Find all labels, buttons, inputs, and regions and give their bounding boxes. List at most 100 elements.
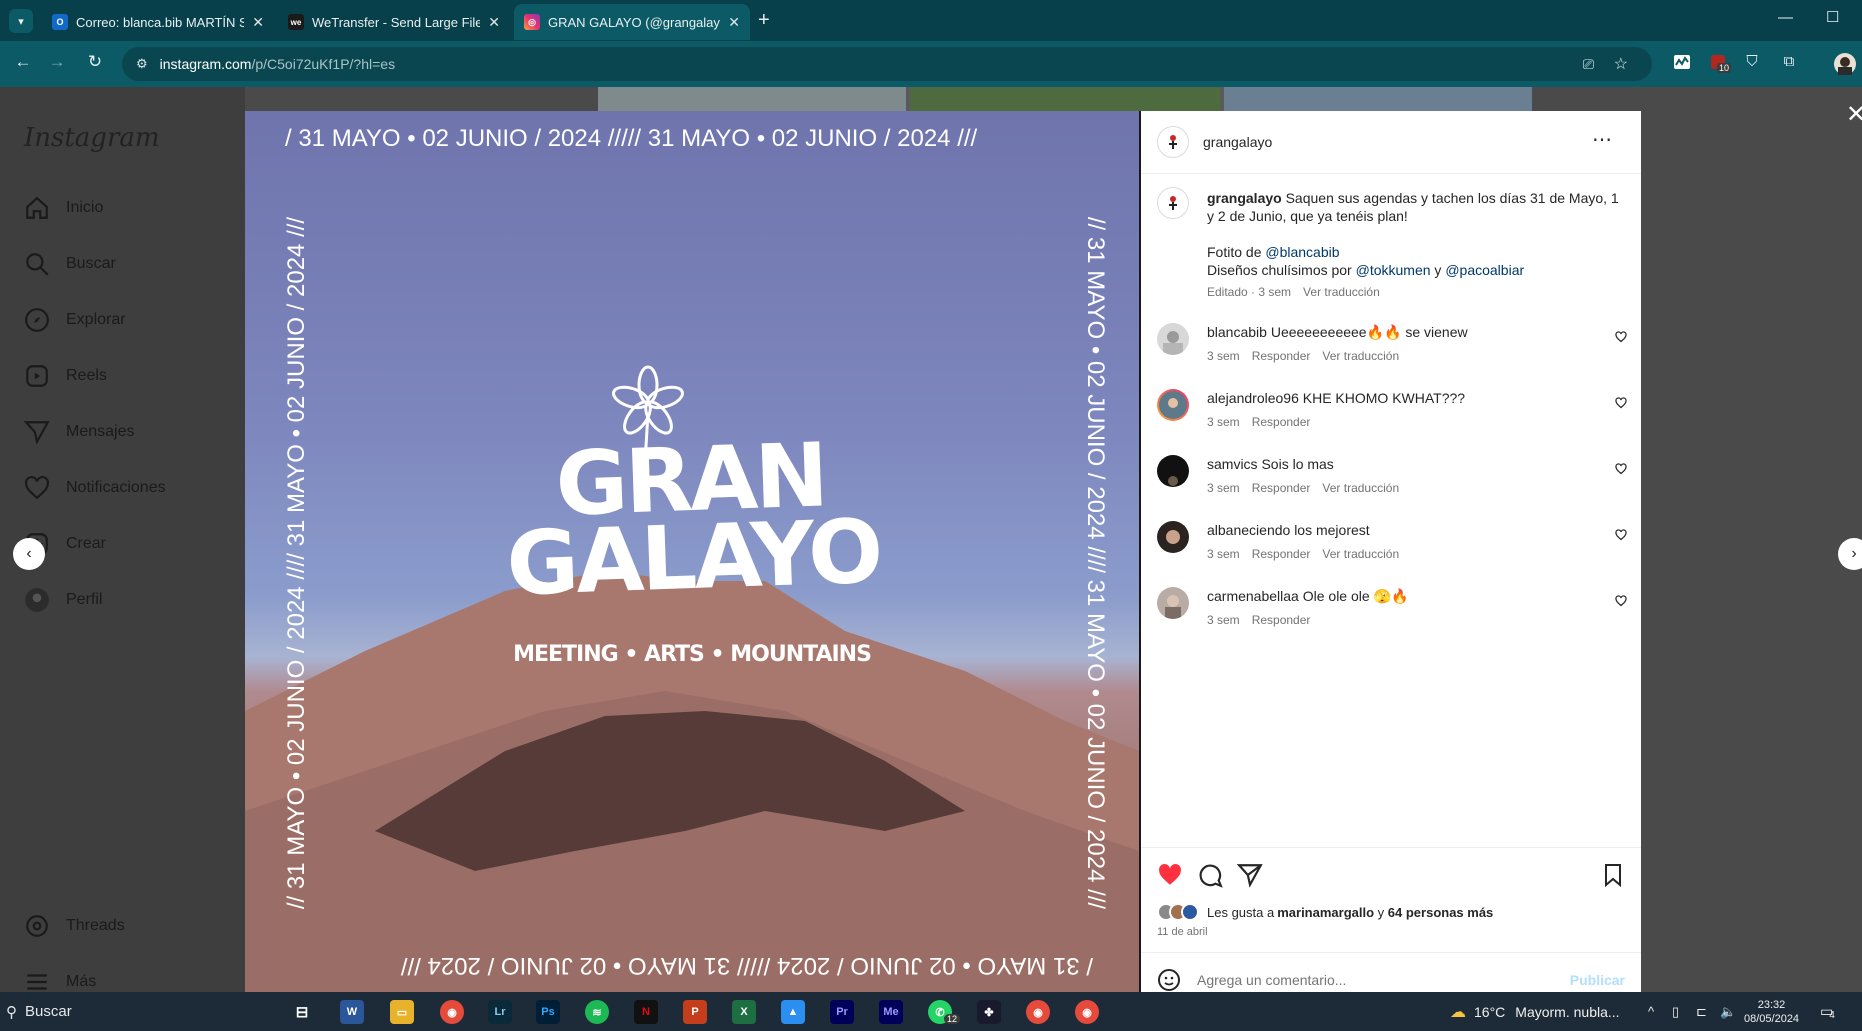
close-modal-icon[interactable]: ✕ [1846,100,1862,129]
reply-link[interactable]: Responder [1252,547,1311,561]
post-image[interactable]: / 31 MAYO • 02 JUNIO / 2024 ///// 31 MAY… [245,111,1139,992]
translate-link[interactable]: Ver traducción [1322,481,1399,495]
mention-link[interactable]: @blancabib [1265,244,1339,260]
author-username[interactable]: grangalayo [1203,134,1272,150]
reply-link[interactable]: Responder [1252,613,1311,627]
like-heart-icon[interactable] [1157,862,1183,888]
reload-icon[interactable]: ↻ [83,52,107,72]
like-comment-heart-icon[interactable] [1615,529,1627,541]
previous-post-button[interactable]: ‹ [13,538,45,570]
tab-wetransfer[interactable]: we WeTransfer - Send Large Files & ✕ [278,4,510,40]
caption-username[interactable]: grangalayo [1207,190,1282,206]
file-explorer-icon[interactable]: ▭ [390,1000,414,1024]
address-bar[interactable]: ⚙ instagram.com/p/C5oi72uKf1P/?hl=es ⎚ ☆ [122,47,1652,81]
reply-link[interactable]: Responder [1252,481,1311,495]
author-avatar[interactable] [1157,187,1189,219]
sidebar-item-perfil[interactable]: Perfil [24,587,102,613]
chrome-profile-icon[interactable]: ◉ [1075,1000,1099,1024]
comment-bubble-icon[interactable] [1197,862,1223,888]
comment-username[interactable]: albaneciendo [1207,522,1290,538]
powerpoint-icon[interactable]: P [683,1000,707,1024]
commenter-avatar[interactable] [1157,455,1189,487]
taskbar-search-box[interactable]: ⚲ Buscar [0,992,270,1031]
reply-link[interactable]: Responder [1252,415,1311,429]
like-comment-heart-icon[interactable] [1615,331,1627,343]
close-tab-icon[interactable]: ✕ [252,14,264,31]
shield-icon[interactable]: ⛉ [1742,53,1762,73]
network-icon[interactable]: ⊏ [1696,992,1707,1031]
install-app-icon[interactable]: ⎚ [1583,56,1594,73]
likes-username[interactable]: marinamargallo [1277,905,1374,920]
maximize-icon[interactable]: ☐ [1826,8,1839,26]
sidebar-item-threads[interactable]: Threads [24,913,125,939]
notifications-icon[interactable]: ▭ 4 [1820,992,1835,1031]
show-hidden-icons-icon[interactable]: ^ [1648,992,1654,1031]
next-post-button[interactable]: › [1838,538,1862,570]
tab-outlook[interactable]: O Correo: blanca.bib MARTÍN SEC ✕ [42,4,274,40]
comment-username[interactable]: alejandroleo96 [1207,390,1299,406]
profile-avatar[interactable] [1834,53,1856,75]
excel-icon[interactable]: X [732,1000,756,1024]
publish-button[interactable]: Publicar [1570,972,1625,988]
premiere-icon[interactable]: Pr [830,1000,854,1024]
translate-link[interactable]: Ver traducción [1322,349,1399,363]
sidebar-item-buscar[interactable]: Buscar [24,251,116,277]
chrome-icon[interactable]: ◉ [440,1000,464,1024]
caption-avatar[interactable] [1157,187,1189,219]
instagram-logo[interactable]: Instagram [24,123,160,153]
like-comment-heart-icon[interactable] [1615,397,1627,409]
see-translation-link[interactable]: Ver traducción [1303,285,1380,299]
lightroom-icon[interactable]: Lr [488,1000,512,1024]
photos-icon[interactable]: ▲ [781,1000,805,1024]
likes-others-link[interactable]: 64 personas más [1388,905,1494,920]
like-comment-heart-icon[interactable] [1615,463,1627,475]
bookmark-star-icon[interactable]: ☆ [1614,54,1628,74]
commenter-avatar[interactable] [1157,521,1189,553]
weather-widget[interactable]: ☁ 16°C Mayorm. nubla... [1450,992,1620,1031]
comment-username[interactable]: blancabib [1207,324,1267,340]
like-comment-heart-icon[interactable] [1615,595,1627,607]
davinci-resolve-icon[interactable]: ✤ [977,1000,1001,1024]
comment-username[interactable]: carmenabellaa [1207,588,1299,604]
extension-monitor-icon[interactable] [1672,53,1692,73]
tab-search-button[interactable]: ▾ [9,9,33,33]
extension-badge-icon[interactable]: 10 [1708,53,1732,73]
extensions-puzzle-icon[interactable]: ⧉ [1779,53,1799,73]
photoshop-icon[interactable]: Ps [536,1000,560,1024]
minimize-icon[interactable]: — [1778,9,1793,26]
emoji-icon[interactable] [1157,968,1181,992]
media-encoder-icon[interactable]: Me [879,1000,903,1024]
share-send-icon[interactable] [1237,862,1263,888]
word-icon[interactable]: W [340,1000,364,1024]
clock[interactable]: 23:32 08/05/2024 [1744,992,1799,1031]
volume-icon[interactable]: 🔈 [1720,992,1736,1031]
commenter-avatar[interactable] [1157,587,1189,619]
comment-input[interactable] [1197,969,1557,991]
save-bookmark-icon[interactable] [1601,862,1625,888]
spotify-icon[interactable]: ≋ [585,1000,609,1024]
close-tab-icon[interactable]: ✕ [728,14,740,31]
author-avatar[interactable] [1157,126,1189,158]
new-tab-button[interactable]: + [758,8,770,32]
sidebar-item-inicio[interactable]: Inicio [24,195,103,221]
tab-instagram[interactable]: ◎ GRAN GALAYO (@grangalayo) ✕ [514,4,750,40]
back-arrow-icon[interactable]: ← [11,52,35,72]
translate-link[interactable]: Ver traducción [1322,547,1399,561]
task-view-icon[interactable]: ⊟ [290,1000,314,1024]
forward-arrow-icon[interactable]: → [45,52,69,72]
site-info-icon[interactable]: ⚙ [136,56,148,72]
reply-link[interactable]: Responder [1252,349,1311,363]
comment-username[interactable]: samvics [1207,456,1258,472]
sidebar-item-reels[interactable]: Reels [24,363,107,389]
commenter-avatar[interactable] [1157,323,1189,355]
commenter-avatar[interactable] [1157,389,1189,421]
chrome-active-icon[interactable]: ◉ [1026,1000,1050,1024]
close-tab-icon[interactable]: ✕ [488,14,500,31]
netflix-icon[interactable]: N [634,1000,658,1024]
mention-link[interactable]: @pacoalbiar [1445,262,1524,278]
sidebar-item-mensajes[interactable]: Mensajes [24,419,134,445]
sidebar-item-explorar[interactable]: Explorar [24,307,126,333]
battery-icon[interactable]: ▯ [1672,992,1679,1031]
mention-link[interactable]: @tokkumen [1356,262,1431,278]
sidebar-item-notificaciones[interactable]: Notificaciones [24,475,166,501]
